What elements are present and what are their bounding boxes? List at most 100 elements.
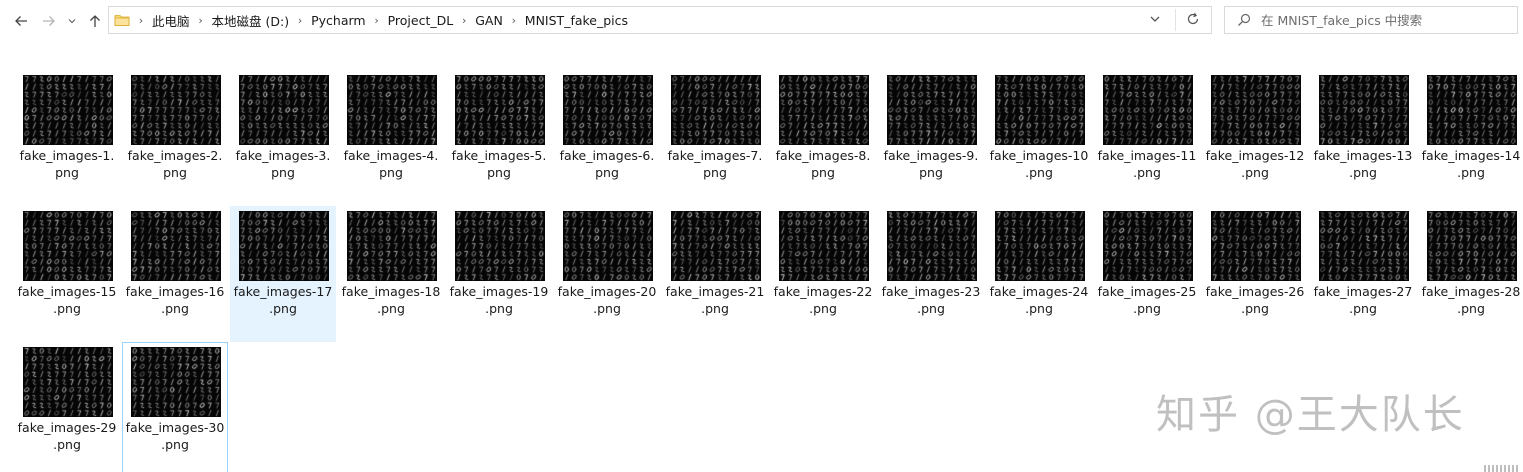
file-item[interactable]: fake_images-12 .png — [1202, 70, 1308, 206]
chevron-right-icon[interactable]: › — [291, 7, 309, 33]
image-thumbnail — [995, 211, 1085, 281]
file-name: fake_images-3. png — [231, 147, 335, 181]
file-name-line: png — [379, 165, 403, 180]
address-bar[interactable]: › 此电脑 › 本地磁盘 (D:) › Pycharm › Project_DL… — [108, 6, 1212, 34]
image-thumbnail — [995, 75, 1085, 145]
file-item[interactable]: fake_images-27 .png — [1310, 206, 1416, 342]
file-item[interactable]: fake_images-26 .png — [1202, 206, 1308, 342]
file-name-line: fake_images-23 — [881, 284, 981, 299]
breadcrumb-item[interactable]: 此电脑 — [150, 11, 192, 30]
arrow-up-icon — [87, 13, 103, 29]
file-name-line: fake_images-14 — [1421, 148, 1521, 163]
chevron-right-icon[interactable]: › — [368, 7, 386, 33]
file-name-line: fake_images-2. — [127, 148, 223, 163]
file-item[interactable]: fake_images-4. png — [338, 70, 444, 206]
search-box[interactable] — [1224, 6, 1518, 34]
file-name: fake_images-19 .png — [447, 283, 551, 317]
file-name-line: .png — [53, 301, 81, 316]
file-name-line: fake_images-27 — [1313, 284, 1413, 299]
chevron-right-icon[interactable]: › — [132, 7, 150, 33]
forward-button[interactable] — [36, 9, 62, 33]
file-item[interactable]: fake_images-23 .png — [878, 206, 984, 342]
file-item[interactable]: fake_images-3. png — [230, 70, 336, 206]
file-name-line: fake_images-6. — [559, 148, 655, 163]
image-thumbnail — [779, 211, 869, 281]
file-item[interactable]: fake_images-18 .png — [338, 206, 444, 342]
chevron-right-icon[interactable]: › — [505, 7, 523, 33]
file-name: fake_images-7. png — [663, 147, 767, 181]
image-thumbnail — [131, 75, 221, 145]
arrow-left-icon — [13, 13, 29, 29]
file-item[interactable]: fake_images-19 .png — [446, 206, 552, 342]
image-thumbnail — [671, 211, 761, 281]
image-thumbnail — [131, 347, 221, 417]
file-item[interactable]: fake_images-1. png — [14, 70, 120, 206]
file-item[interactable]: fake_images-5. png — [446, 70, 552, 206]
file-name: fake_images-18 .png — [339, 283, 443, 317]
file-name: fake_images-8. png — [771, 147, 875, 181]
chevron-right-icon[interactable]: › — [455, 7, 473, 33]
file-item[interactable]: fake_images-10 .png — [986, 70, 1092, 206]
file-name-line: .png — [161, 437, 189, 452]
up-button[interactable] — [82, 9, 108, 33]
image-thumbnail — [563, 75, 653, 145]
file-item[interactable]: fake_images-22 .png — [770, 206, 876, 342]
recent-locations-button[interactable] — [64, 9, 80, 33]
file-item[interactable]: fake_images-20 .png — [554, 206, 660, 342]
file-name-line: fake_images-5. — [451, 148, 547, 163]
file-name-line: .png — [1457, 165, 1485, 180]
file-name-line: .png — [917, 301, 945, 316]
file-name: fake_images-24 .png — [987, 283, 1091, 317]
breadcrumb-item[interactable]: Project_DL — [386, 13, 456, 28]
file-item[interactable]: fake_images-24 .png — [986, 206, 1092, 342]
file-name-line: .png — [1457, 301, 1485, 316]
view-toggle[interactable] — [1484, 465, 1520, 472]
file-name-line: .png — [1349, 165, 1377, 180]
refresh-button[interactable] — [1179, 7, 1207, 33]
file-item[interactable]: fake_images-7. png — [662, 70, 768, 206]
file-name-line: fake_images-25 — [1097, 284, 1197, 299]
file-name: fake_images-30 .png — [123, 419, 227, 453]
file-item[interactable]: fake_images-9. png — [878, 70, 984, 206]
file-item[interactable]: fake_images-13 .png — [1310, 70, 1416, 206]
search-input[interactable] — [1261, 12, 1511, 28]
file-name-line: png — [919, 165, 943, 180]
breadcrumb-item[interactable]: MNIST_fake_pics — [523, 13, 630, 28]
address-history-button[interactable] — [1143, 7, 1167, 33]
breadcrumb-item[interactable]: GAN — [473, 13, 505, 28]
file-name: fake_images-10 .png — [987, 147, 1091, 181]
file-item[interactable]: fake_images-11 .png — [1094, 70, 1200, 206]
chevron-down-icon — [1149, 13, 1161, 28]
back-button[interactable] — [8, 9, 34, 33]
file-item[interactable]: fake_images-6. png — [554, 70, 660, 206]
file-name-line: fake_images-29 — [17, 420, 117, 435]
file-name-line: .png — [1241, 301, 1269, 316]
file-item[interactable]: fake_images-30 .png — [122, 342, 228, 472]
file-name-line: .png — [1349, 301, 1377, 316]
file-item[interactable]: fake_images-17 .png — [230, 206, 336, 342]
breadcrumb-item[interactable]: 本地磁盘 (D:) — [210, 11, 292, 30]
file-item[interactable]: fake_images-29 .png — [14, 342, 120, 472]
chevron-right-icon[interactable]: › — [192, 7, 210, 33]
file-name: fake_images-23 .png — [879, 283, 983, 317]
image-thumbnail — [1319, 75, 1409, 145]
file-item[interactable]: fake_images-15 .png — [14, 206, 120, 342]
file-name: fake_images-2. png — [123, 147, 227, 181]
file-name-line: .png — [1025, 301, 1053, 316]
file-item[interactable]: fake_images-28 .png — [1418, 206, 1523, 342]
file-name: fake_images-12 .png — [1203, 147, 1307, 181]
file-name-line: fake_images-11 — [1097, 148, 1197, 163]
file-item[interactable]: fake_images-8. png — [770, 70, 876, 206]
file-name: fake_images-1. png — [15, 147, 119, 181]
file-name: fake_images-29 .png — [15, 419, 119, 453]
file-name-line: fake_images-24 — [989, 284, 1089, 299]
file-item[interactable]: fake_images-14 .png — [1418, 70, 1523, 206]
image-thumbnail — [347, 75, 437, 145]
breadcrumb-item[interactable]: Pycharm — [309, 13, 368, 28]
file-item[interactable]: fake_images-2. png — [122, 70, 228, 206]
image-thumbnail — [887, 211, 977, 281]
file-name-line: .png — [161, 301, 189, 316]
file-item[interactable]: fake_images-21 .png — [662, 206, 768, 342]
file-item[interactable]: fake_images-25 .png — [1094, 206, 1200, 342]
file-item[interactable]: fake_images-16 .png — [122, 206, 228, 342]
